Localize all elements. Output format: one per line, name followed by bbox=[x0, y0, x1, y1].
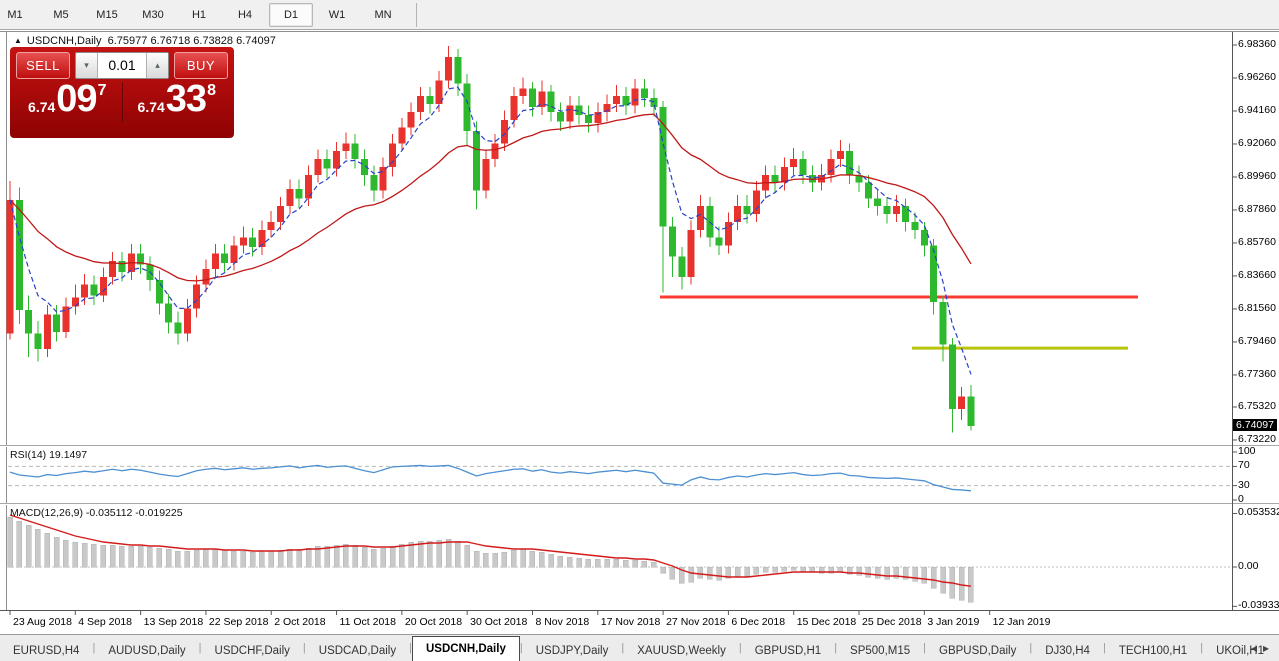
ohlc-open: 6.75977 bbox=[108, 35, 148, 47]
tab-tech100-h1[interactable]: TECH100,H1 bbox=[1106, 641, 1200, 661]
rsi-axis-label: 0 bbox=[1238, 493, 1244, 505]
price-axis-label: 6.92060 bbox=[1238, 137, 1276, 149]
macd-signal-line bbox=[10, 515, 971, 586]
date-axis-label: 6 Dec 2018 bbox=[731, 616, 785, 628]
price-axis-label: 6.81560 bbox=[1238, 302, 1276, 314]
trading-terminal-window: M1M5M15M30H1H4D1W1MN ▲ USDCNH,Daily 6.759… bbox=[0, 0, 1279, 661]
sell-price-point: 7 bbox=[98, 82, 107, 100]
volume-increase-icon[interactable]: ▴ bbox=[146, 53, 168, 78]
timeframe-button-m15[interactable]: M15 bbox=[85, 3, 129, 27]
chart-title: ▲ USDCNH,Daily 6.75977 6.76718 6.73828 6.… bbox=[14, 35, 276, 47]
timeframe-button-m5[interactable]: M5 bbox=[39, 3, 83, 27]
collapse-triangle-icon[interactable]: ▲ bbox=[14, 36, 22, 45]
buy-price-point: 8 bbox=[207, 82, 216, 100]
ohlc-low: 6.73828 bbox=[193, 35, 233, 47]
price-axis-label: 6.87860 bbox=[1238, 203, 1276, 215]
date-axis-label: 25 Dec 2018 bbox=[862, 616, 922, 628]
date-axis-label: 20 Oct 2018 bbox=[405, 616, 462, 628]
macd-histogram bbox=[8, 517, 974, 602]
rsi-axis-label: 70 bbox=[1238, 459, 1250, 471]
date-axis-label: 17 Nov 2018 bbox=[601, 616, 661, 628]
price-axis-label: 6.98360 bbox=[1238, 38, 1276, 50]
tab-xauusd-weekly[interactable]: XAUUSD,Weekly bbox=[624, 641, 739, 661]
date-axis-label: 30 Oct 2018 bbox=[470, 616, 527, 628]
sell-button[interactable]: SELL bbox=[16, 52, 70, 79]
rsi-line bbox=[10, 465, 971, 490]
tab-scroll-arrows: ◂▸ bbox=[1251, 641, 1275, 655]
macd-indicator-label: MACD(12,26,9) -0.035112 -0.019225 bbox=[10, 507, 183, 519]
tab-usdchf-daily[interactable]: USDCHF,Daily bbox=[202, 641, 303, 661]
price-axis-label: 6.73220 bbox=[1238, 433, 1276, 445]
tab-sp500-m15[interactable]: SP500,M15 bbox=[837, 641, 923, 661]
date-axis-label: 4 Sep 2018 bbox=[78, 616, 132, 628]
date-axis-label: 22 Sep 2018 bbox=[209, 616, 269, 628]
buy-price-pips: 33 bbox=[166, 82, 206, 116]
rsi-indicator-label: RSI(14) 19.1497 bbox=[10, 449, 87, 461]
price-axis-label: 6.89960 bbox=[1238, 170, 1276, 182]
date-axis-label: 11 Oct 2018 bbox=[340, 616, 396, 628]
ohlc-close: 6.74097 bbox=[236, 35, 276, 47]
date-axis-label: 15 Dec 2018 bbox=[797, 616, 857, 628]
tab-dj30-h4[interactable]: DJ30,H4 bbox=[1032, 641, 1103, 661]
buy-price-handle: 6.74 bbox=[138, 98, 165, 116]
sell-price-quote[interactable]: 6.74 09 7 bbox=[16, 82, 119, 122]
price-axis-label: 6.77360 bbox=[1238, 368, 1276, 380]
buy-price-quote[interactable]: 6.74 33 8 bbox=[122, 82, 229, 122]
price-axis-label: 6.94160 bbox=[1238, 104, 1276, 116]
buy-button[interactable]: BUY bbox=[174, 52, 228, 79]
price-axis-label: 6.79460 bbox=[1238, 335, 1276, 347]
price-axis-label: 6.96260 bbox=[1238, 71, 1276, 83]
tab-scroll-right-icon[interactable]: ▸ bbox=[1263, 641, 1275, 655]
tab-usdjpy-daily[interactable]: USDJPY,Daily bbox=[523, 641, 622, 661]
timeframe-button-m1[interactable]: M1 bbox=[0, 3, 37, 27]
slow-ma-line bbox=[10, 114, 971, 281]
macd-axis-label: 0.053532 bbox=[1238, 506, 1279, 518]
date-axis-label: 8 Nov 2018 bbox=[535, 616, 589, 628]
sell-price-pips: 09 bbox=[56, 82, 96, 116]
macd-axis-label: -0.039333 bbox=[1238, 599, 1279, 611]
one-click-trade-panel: SELL ▾ 0.01 ▴ BUY 6.74 09 7 6.74 33 8 bbox=[10, 47, 234, 138]
rsi-axis-label: 30 bbox=[1238, 479, 1250, 491]
macd-axis-label: 0.00 bbox=[1238, 560, 1258, 572]
date-axis-label: 3 Jan 2019 bbox=[927, 616, 979, 628]
timeframe-button-mn[interactable]: MN bbox=[361, 3, 405, 27]
tab-gbpusd-daily[interactable]: GBPUSD,Daily bbox=[926, 641, 1029, 661]
timeframe-button-h1[interactable]: H1 bbox=[177, 3, 221, 27]
timeframe-button-h4[interactable]: H4 bbox=[223, 3, 267, 27]
date-axis-label: 13 Sep 2018 bbox=[144, 616, 204, 628]
tab-eurusd-h4[interactable]: EURUSD,H4 bbox=[0, 641, 92, 661]
chart-tab-bar: EURUSD,H4|AUDUSD,Daily|USDCHF,Daily|USDC… bbox=[0, 634, 1279, 661]
date-axis-label: 12 Jan 2019 bbox=[993, 616, 1051, 628]
tab-audusd-daily[interactable]: AUDUSD,Daily bbox=[95, 641, 198, 661]
volume-input[interactable]: 0.01 bbox=[98, 53, 146, 78]
timeframe-button-w1[interactable]: W1 bbox=[315, 3, 359, 27]
current-price-tag: 6.74097 bbox=[1233, 419, 1277, 431]
toolbar-separator bbox=[416, 3, 417, 27]
tab-gbpusd-h1[interactable]: GBPUSD,H1 bbox=[742, 641, 834, 661]
price-axis-label: 6.75320 bbox=[1238, 400, 1276, 412]
tab-usdcnh-daily[interactable]: USDCNH,Daily bbox=[412, 636, 520, 661]
tab-scroll-left-icon[interactable]: ◂ bbox=[1251, 641, 1263, 655]
date-axis-label: 23 Aug 2018 bbox=[13, 616, 72, 628]
ohlc-high: 6.76718 bbox=[150, 35, 190, 47]
date-axis-label: 27 Nov 2018 bbox=[666, 616, 726, 628]
tab-usdcad-daily[interactable]: USDCAD,Daily bbox=[306, 641, 409, 661]
volume-stepper: ▾ 0.01 ▴ bbox=[75, 52, 169, 79]
timeframe-toolbar: M1M5M15M30H1H4D1W1MN bbox=[0, 0, 1279, 30]
timeframe-button-d1[interactable]: D1 bbox=[269, 3, 313, 27]
volume-decrease-icon[interactable]: ▾ bbox=[76, 53, 98, 78]
sell-price-handle: 6.74 bbox=[28, 98, 55, 116]
chart-symbol-period: USDCNH,Daily bbox=[27, 35, 102, 47]
rsi-axis-label: 100 bbox=[1238, 445, 1256, 457]
price-axis-label: 6.85760 bbox=[1238, 236, 1276, 248]
date-axis-label: 2 Oct 2018 bbox=[274, 616, 325, 628]
timeframe-button-m30[interactable]: M30 bbox=[131, 3, 175, 27]
price-axis-label: 6.83660 bbox=[1238, 269, 1276, 281]
